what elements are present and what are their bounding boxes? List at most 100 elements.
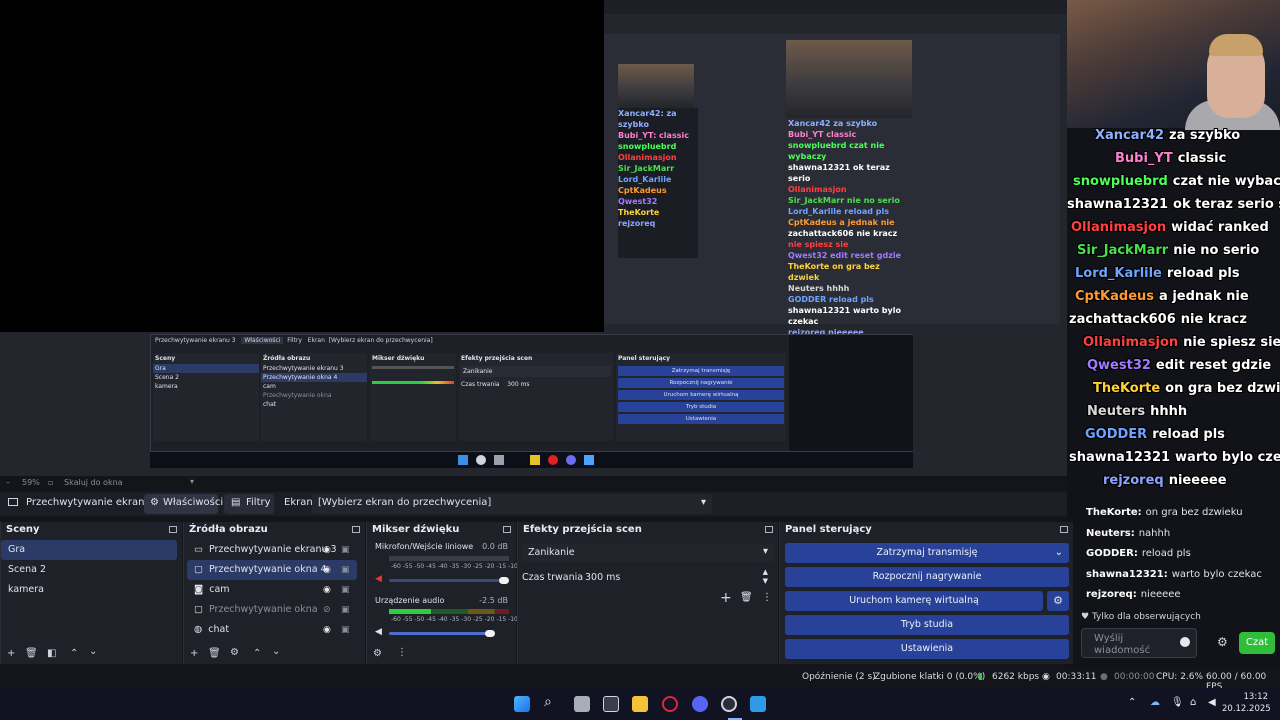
speaker-icon[interactable]: ◀ (375, 627, 382, 637)
microphone-icon[interactable]: 🎙 (1171, 697, 1184, 708)
mixer-settings-icon[interactable]: ⚙ (373, 648, 382, 659)
chat-overlay-message: shawna12321 ok teraz serio sku (1067, 197, 1280, 212)
start-recording-button[interactable]: Rozpocznij nagrywanie (785, 567, 1069, 587)
emote-icon[interactable] (1180, 637, 1190, 647)
chevron-down-icon[interactable]: ⌄ (89, 646, 97, 657)
desktop-volume-slider[interactable] (389, 632, 493, 635)
gear-icon[interactable]: ⚙ (230, 647, 239, 658)
filter-icon[interactable]: ◧ (47, 648, 56, 659)
source-item[interactable]: ◍ chat ◉ ▣ (187, 620, 357, 640)
more-icon[interactable]: ⋮ (397, 647, 407, 658)
task-view-icon[interactable] (574, 696, 590, 712)
bitrate: 6262 kbps (992, 672, 1040, 682)
mic-muted-icon[interactable]: ◀ (375, 574, 382, 584)
chat-overlay-user: zachattack606 (1069, 312, 1176, 327)
clock-date[interactable]: 20.12.2025 (1222, 704, 1271, 714)
dock-icon[interactable] (169, 526, 177, 533)
webcam-person-hair (1209, 34, 1263, 56)
chat-settings-icon[interactable]: ⚙ (1217, 635, 1228, 649)
network-icon[interactable]: ⌂ (1190, 697, 1196, 708)
chat-overlay-user: CptKadeus (1075, 289, 1155, 304)
store-icon[interactable] (603, 696, 619, 712)
chat-overlay-user: Ollanimasjon (1071, 220, 1167, 235)
desktop-volume-knob[interactable] (485, 630, 495, 637)
add-icon[interactable]: + (7, 648, 15, 659)
add-icon[interactable]: + (720, 590, 732, 606)
chat-send-button[interactable]: Czat (1239, 632, 1275, 654)
chat-overlay-text: reload pls (1166, 266, 1240, 281)
volume-icon[interactable]: ◀ (1208, 697, 1216, 708)
source-item[interactable]: ▭ Przechwytywanie ekranu 3 ◉ ▣ (187, 540, 357, 560)
source-toolbar: Przechwytywanie ekranu 3 ⚙ Właściwości ▤… (0, 492, 1067, 516)
chat-overlay-message: Bubi_YT classic (1115, 151, 1226, 166)
dock-icon[interactable] (503, 526, 511, 533)
lock-icon[interactable]: ▣ (341, 540, 350, 560)
spin-up-icon[interactable]: ▲ (763, 568, 768, 576)
chevron-up-icon[interactable]: ⌃ (1128, 697, 1136, 708)
eye-icon[interactable]: ◉ (323, 540, 331, 560)
mic-volume-knob[interactable] (499, 577, 509, 584)
chat-input[interactable]: Wyślij wiadomość (1081, 628, 1197, 658)
folder-icon[interactable] (632, 696, 648, 712)
scene-item-kamera[interactable]: kamera (1, 580, 177, 600)
transition-select[interactable]: Zanikanie ▾ (522, 544, 774, 562)
source-item-label: cam (209, 584, 230, 595)
source-item[interactable]: ◙ cam ◉ ▣ (187, 580, 357, 600)
chat-overlay-message: CptKadeus a jednak nie (1075, 289, 1249, 304)
studio-mode-button[interactable]: Tryb studia (785, 615, 1069, 635)
source-item[interactable]: ▢ Przechwytywanie okna ⊘ ▣ (187, 600, 357, 620)
lock-icon[interactable]: ▣ (341, 560, 350, 580)
lock-icon[interactable]: ▣ (341, 620, 350, 640)
lock-icon[interactable]: ▣ (341, 600, 350, 620)
spin-down-icon[interactable]: ▼ (763, 577, 768, 585)
filters-button[interactable]: ▤ Filtry (224, 494, 274, 514)
stop-streaming-button[interactable]: Zatrzymaj transmisję ⌄ (785, 543, 1069, 563)
trash-icon[interactable]: 🗑 (740, 592, 753, 603)
trash-icon[interactable]: 🗑 (25, 648, 38, 659)
scene-item-scena-2[interactable]: Scena 2 (1, 560, 177, 580)
eye-icon[interactable]: ◉ (323, 620, 331, 640)
desktop-channel-db: -2.5 dB (479, 596, 508, 605)
chevron-down-icon[interactable]: ▾ (190, 477, 194, 486)
chat-message-text: on gra bez dzwieku (1145, 507, 1243, 518)
program-preview[interactable]: Xancar42: za szybko Bubi_YT: classic sno… (0, 0, 1067, 476)
opera-icon[interactable] (662, 696, 678, 712)
lock-icon[interactable]: ▣ (341, 580, 350, 600)
clock-time[interactable]: 13:12 (1222, 692, 1269, 702)
cloud-icon[interactable]: ☁ (1150, 697, 1160, 708)
discord-icon[interactable] (692, 696, 708, 712)
virtual-camera-settings-icon[interactable]: ⚙ (1047, 591, 1069, 611)
fit-icon[interactable]: ▫ (48, 478, 53, 487)
mic-volume-slider[interactable] (389, 579, 507, 582)
properties-button[interactable]: ⚙ Właściwości (144, 494, 223, 514)
search-icon[interactable]: ⌕ (544, 694, 552, 710)
nested-scenes: Sceny Gra Scena 2 kamera (153, 353, 259, 441)
start-virtual-camera-button[interactable]: Uruchom kamerę wirtualną (785, 591, 1043, 611)
trash-icon[interactable]: 🗑 (208, 648, 221, 659)
screen-select[interactable]: [Wybierz ekran do przechwycenia] ▾ (312, 494, 712, 514)
more-icon[interactable]: ⋮ (762, 592, 772, 603)
start-icon[interactable] (514, 696, 530, 712)
dock-icon[interactable] (352, 526, 360, 533)
add-icon[interactable]: + (190, 648, 198, 659)
chevron-up-icon[interactable]: ⌃ (253, 648, 261, 659)
chevron-down-icon[interactable]: ⌄ (1055, 543, 1063, 563)
chevron-down-icon[interactable]: ⌄ (272, 646, 280, 657)
chat-message: shawna12321: warto bylo czekac (1086, 569, 1262, 580)
zoom-level[interactable]: 59% (22, 478, 40, 487)
duration-input[interactable]: 300 ms ▲ ▼ (580, 568, 774, 586)
eye-icon[interactable]: ◉ (323, 580, 331, 600)
eye-hidden-icon[interactable]: ⊘ (323, 600, 331, 620)
chevron-up-icon[interactable]: ⌃ (70, 648, 78, 659)
zoom-icon[interactable]: – (6, 478, 10, 487)
app-icon[interactable] (750, 696, 766, 712)
settings-button[interactable]: Ustawienia (785, 639, 1069, 659)
eye-icon[interactable]: ◉ (323, 560, 331, 580)
scale-to-window-select[interactable]: Skaluj do okna (64, 478, 123, 487)
dock-icon[interactable] (1060, 526, 1068, 533)
dock-icon[interactable] (765, 526, 773, 533)
source-item[interactable]: ▢ Przechwytywanie okna 4 ◉ ▣ (187, 560, 357, 580)
obs-icon[interactable] (721, 696, 737, 712)
scene-item-gra[interactable]: Gra (1, 540, 177, 560)
nested-controls: Panel sterujący Zatrzymaj transmisję Roz… (616, 353, 786, 441)
